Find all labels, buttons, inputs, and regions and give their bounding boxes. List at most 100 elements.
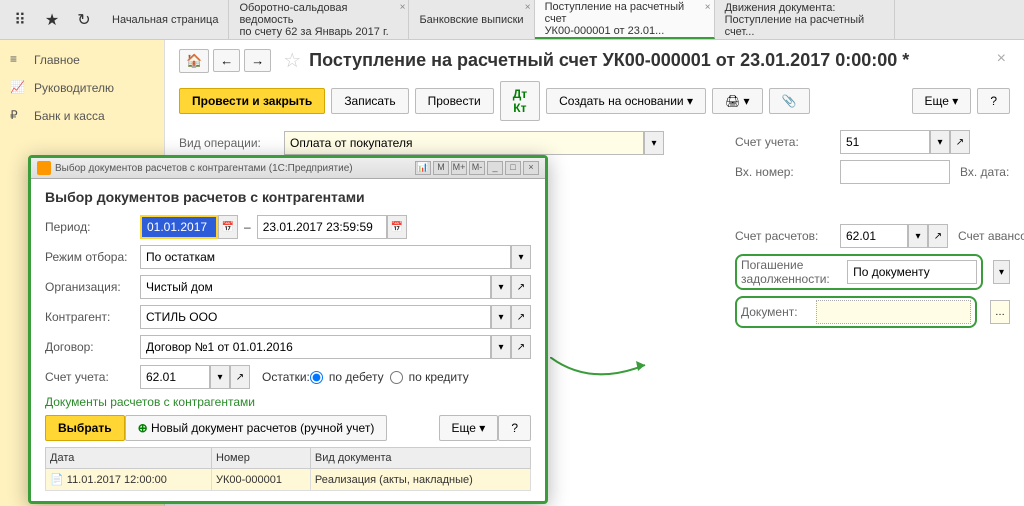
open-icon[interactable]: ↗: [950, 130, 970, 154]
acct-input[interactable]: [840, 130, 930, 154]
sys-m-minus-icon[interactable]: M-: [469, 161, 485, 175]
save-button[interactable]: Записать: [331, 88, 408, 114]
doc-input[interactable]: [816, 300, 971, 324]
dropdown-icon[interactable]: ▾: [491, 275, 511, 299]
credit-radio[interactable]: [390, 371, 403, 384]
minimize-icon[interactable]: _: [487, 161, 503, 175]
doc-field-label: Документ:: [741, 305, 816, 319]
nav-main[interactable]: ≡ Главное: [0, 46, 164, 74]
col-type[interactable]: Вид документа: [310, 448, 530, 469]
open-icon[interactable]: ↗: [230, 365, 250, 389]
in-num-input[interactable]: [840, 160, 950, 184]
select-button[interactable]: Выбрать: [45, 415, 125, 441]
attach-button[interactable]: 📎: [769, 88, 810, 114]
acct-label: Счет учета:: [45, 370, 140, 384]
more-button[interactable]: Еще ▾: [439, 415, 499, 441]
contr-label: Контрагент:: [45, 310, 140, 324]
period-to-input[interactable]: [257, 215, 387, 239]
dropdown-icon[interactable]: ▾: [908, 224, 928, 248]
dropdown-icon[interactable]: ▾: [993, 260, 1010, 284]
period-label: Период:: [45, 220, 140, 234]
calendar-icon[interactable]: 📅: [218, 215, 238, 239]
open-icon[interactable]: ↗: [511, 275, 531, 299]
debt-pay-highlight: Погашение задолженности:: [735, 254, 983, 290]
col-date[interactable]: Дата: [46, 448, 212, 469]
period-from-input[interactable]: [140, 215, 218, 239]
dropdown-icon[interactable]: ▾: [930, 130, 950, 154]
tab-sublabel: Поступление на расчетный счет...: [725, 14, 884, 38]
maximize-icon[interactable]: □: [505, 161, 521, 175]
help-button[interactable]: ?: [498, 415, 531, 441]
table-row[interactable]: 📄 11.01.2017 12:00:00 УК00-000001 Реализ…: [46, 469, 531, 491]
sett-acct-input[interactable]: [840, 224, 908, 248]
star-icon[interactable]: ★: [38, 6, 66, 34]
dt-kt-button[interactable]: ДтКт: [500, 81, 540, 121]
nav-manager[interactable]: 📈 Руководителю: [0, 74, 164, 102]
open-icon[interactable]: ↗: [928, 224, 948, 248]
ellipsis-button[interactable]: …: [990, 300, 1010, 324]
arrow-annotation: [550, 357, 650, 397]
sys-m-plus-icon[interactable]: M+: [451, 161, 467, 175]
dropdown-icon[interactable]: ▾: [511, 245, 531, 269]
tab-label: Оборотно-сальдовая ведомость: [239, 2, 398, 26]
calendar-icon[interactable]: 📅: [387, 215, 407, 239]
dropdown-icon[interactable]: ▾: [491, 305, 511, 329]
tab-sublabel: УК00-000001 от 23.01...: [545, 25, 704, 37]
fwd-button[interactable]: →: [244, 49, 271, 72]
close-icon[interactable]: ×: [400, 2, 406, 13]
in-date-label: Вх. дата:: [960, 165, 1020, 179]
balance-label: Остатки:: [262, 370, 310, 384]
history-icon[interactable]: ↻: [70, 6, 98, 34]
docs-table: Дата Номер Вид документа 📄 11.01.2017 12…: [45, 447, 531, 491]
dropdown-icon[interactable]: ▾: [644, 131, 664, 155]
org-input[interactable]: [140, 275, 491, 299]
new-doc-button[interactable]: ⊕ Новый документ расчетов (ручной учет): [125, 415, 388, 441]
more-button[interactable]: Еще ▾: [912, 88, 972, 114]
dropdown-icon[interactable]: ▾: [210, 365, 230, 389]
tab-label: Начальная страница: [112, 14, 218, 26]
plus-icon: ⊕: [138, 421, 148, 435]
debt-pay-input[interactable]: [847, 260, 977, 284]
close-icon[interactable]: ×: [525, 2, 531, 13]
tab-bank[interactable]: Банковские выписки ×: [409, 0, 534, 39]
conduct-button[interactable]: Провести: [415, 88, 494, 114]
close-icon[interactable]: ×: [523, 161, 539, 175]
sett-acct-label: Счет расчетов:: [735, 229, 830, 243]
home-button[interactable]: 🏠: [179, 49, 209, 73]
tab-home[interactable]: Начальная страница: [102, 0, 229, 39]
modal-titlebar[interactable]: Выбор документов расчетов с контрагентам…: [31, 158, 545, 179]
agr-input[interactable]: [140, 335, 491, 359]
debit-radio[interactable]: [310, 371, 323, 384]
doc-icon: 📄: [50, 474, 64, 486]
acct-input[interactable]: [140, 365, 210, 389]
print-button[interactable]: 🖨 ▾: [712, 88, 763, 114]
close-icon[interactable]: ×: [705, 2, 711, 13]
dropdown-icon[interactable]: ▾: [491, 335, 511, 359]
org-label: Организация:: [45, 280, 140, 294]
back-button[interactable]: ←: [213, 49, 240, 72]
conduct-close-button[interactable]: Провести и закрыть: [179, 88, 325, 114]
tab-turnover[interactable]: Оборотно-сальдовая ведомость по счету 62…: [229, 0, 409, 39]
tab-movements[interactable]: Движения документа: Поступление на расче…: [715, 0, 895, 39]
sys-calc-icon[interactable]: 📊: [415, 161, 431, 175]
filter-input[interactable]: [140, 245, 511, 269]
apps-icon[interactable]: ⠿: [6, 6, 34, 34]
close-doc-icon[interactable]: ×: [997, 50, 1006, 68]
help-button[interactable]: ?: [977, 88, 1010, 114]
in-num-label: Вх. номер:: [735, 165, 830, 179]
agr-label: Договор:: [45, 340, 140, 354]
open-icon[interactable]: ↗: [511, 305, 531, 329]
favorite-icon[interactable]: ☆: [283, 48, 301, 73]
nav-bank[interactable]: ₽ Банк и касса: [0, 102, 164, 130]
tab-receipt[interactable]: Поступление на расчетный счет УК00-00000…: [535, 0, 715, 39]
create-based-button[interactable]: Создать на основании ▾: [546, 88, 706, 114]
contr-input[interactable]: [140, 305, 491, 329]
op-type-input[interactable]: [284, 131, 644, 155]
open-icon[interactable]: ↗: [511, 335, 531, 359]
col-num[interactable]: Номер: [212, 448, 311, 469]
sys-m-icon[interactable]: M: [433, 161, 449, 175]
app-icon: [37, 161, 51, 175]
nav-label: Банк и касса: [34, 109, 105, 123]
tab-label: Поступление на расчетный счет: [545, 1, 704, 25]
ruble-icon: ₽: [10, 108, 26, 124]
